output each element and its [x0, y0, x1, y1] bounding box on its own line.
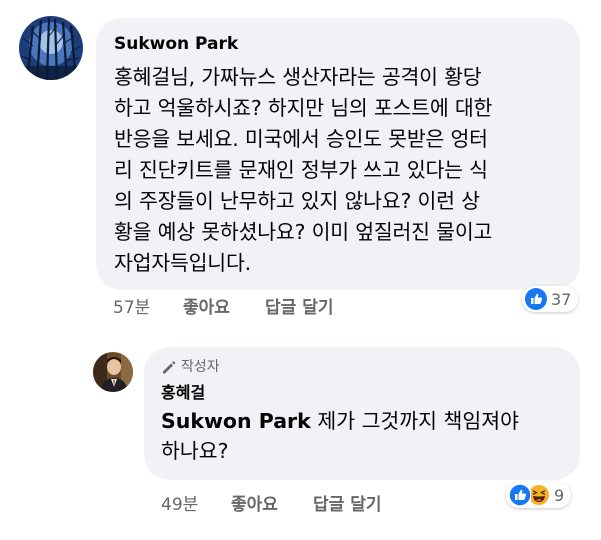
comment-bubble: Sukwon Park 홍혜걸님, 가짜뉴스 생산자라는 공격이 황당 하고 억… — [96, 18, 580, 290]
reply-reply-button[interactable]: 답글 달기 — [313, 490, 381, 515]
haha-icon — [528, 484, 550, 506]
reply-timestamp[interactable]: 49분 — [161, 490, 231, 515]
comment-author-name[interactable]: Sukwon Park — [114, 32, 560, 56]
reply-reaction-count: 9 — [554, 485, 565, 505]
comment-timestamp[interactable]: 57분 — [113, 293, 183, 318]
comment-text: 홍혜걸님, 가짜뉴스 생산자라는 공격이 황당 하고 억울하시죠? 하지만 님의… — [114, 65, 493, 275]
reply-text: Sukwon Park 제가 그것까지 책임져야 하나요? — [161, 406, 562, 466]
comment-reactions[interactable]: 37 — [522, 286, 579, 312]
replier-avatar[interactable] — [93, 352, 133, 392]
forest-avatar-icon — [19, 16, 83, 80]
comment-actions: 57분 좋아요 답글 달기 — [113, 293, 333, 318]
pencil-icon — [163, 361, 176, 374]
person-avatar-icon — [93, 352, 133, 392]
reply-bubble: 작성자 홍혜걸 Sukwon Park 제가 그것까지 책임져야 하나요? — [144, 347, 580, 480]
like-icon — [525, 288, 547, 310]
reply-reactions[interactable]: 9 — [506, 482, 572, 508]
comment-like-button[interactable]: 좋아요 — [183, 293, 265, 318]
comment-reply-button[interactable]: 답글 달기 — [265, 293, 333, 318]
reply-mention[interactable]: Sukwon Park — [161, 409, 311, 433]
author-badge-label: 작성자 — [181, 359, 220, 375]
comment-reaction-count: 37 — [551, 289, 572, 309]
reply-like-button[interactable]: 좋아요 — [231, 490, 313, 515]
like-icon — [508, 483, 532, 507]
author-badge: 작성자 — [161, 358, 562, 376]
commenter-avatar[interactable] — [19, 16, 83, 80]
reply-author-name[interactable]: 홍혜걸 — [161, 382, 562, 404]
reply-actions: 49분 좋아요 답글 달기 — [161, 490, 381, 515]
